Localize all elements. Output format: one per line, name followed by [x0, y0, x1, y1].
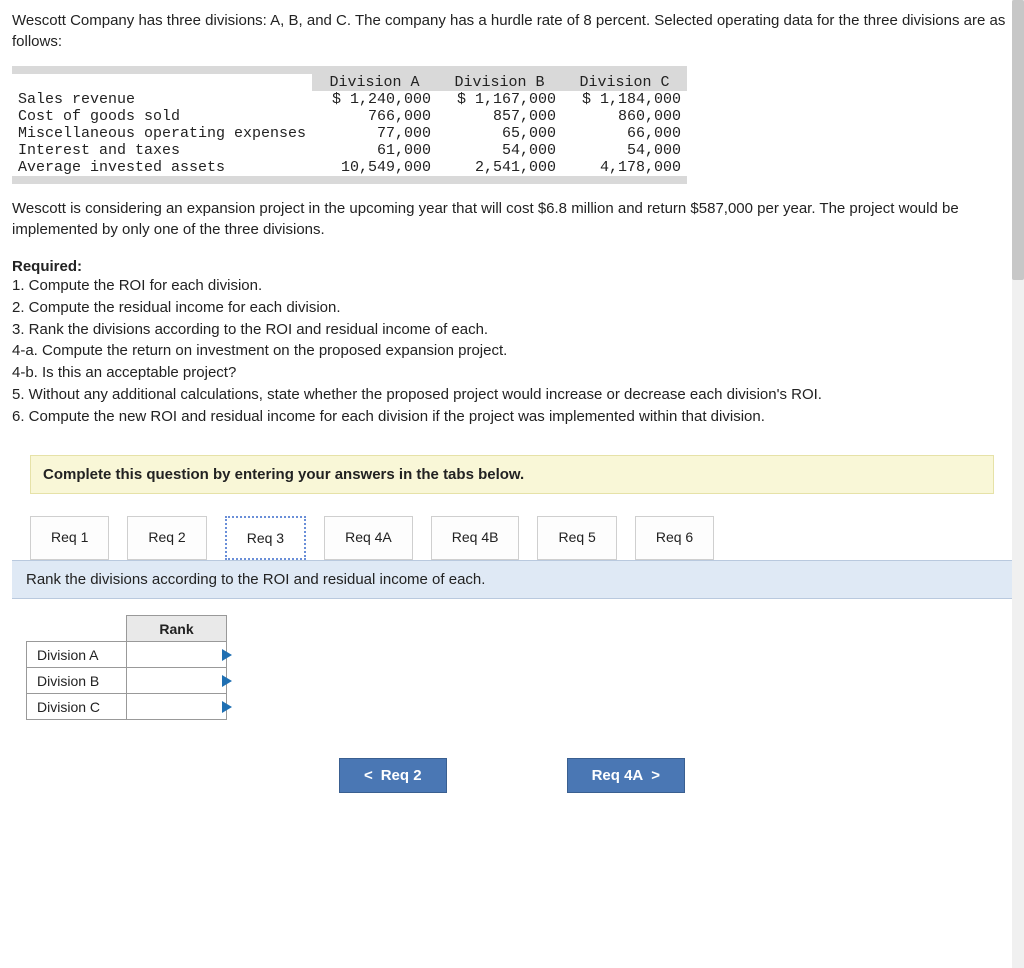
rank-row-label: Division A	[27, 642, 127, 668]
prev-button[interactable]: < Req 2	[339, 758, 447, 793]
tab-req-5[interactable]: Req 5	[537, 516, 616, 560]
scrollbar-thumb[interactable]	[1012, 0, 1024, 280]
rank-select-division-c[interactable]	[127, 694, 227, 720]
row-label: Sales revenue	[12, 91, 312, 108]
chevron-left-icon: <	[364, 767, 373, 784]
row-label: Cost of goods sold	[12, 108, 312, 125]
nav-buttons: < Req 2 Req 4A >	[12, 758, 1012, 793]
required-item: 6. Compute the new ROI and residual inco…	[12, 406, 1012, 428]
required-item: 3. Rank the divisions according to the R…	[12, 319, 1012, 341]
cell: $ 1,167,000	[437, 91, 562, 108]
col-header-c: Division C	[562, 74, 687, 91]
required-item: 2. Compute the residual income for each …	[12, 297, 1012, 319]
dropdown-arrow-icon	[222, 701, 232, 713]
tab-req-6[interactable]: Req 6	[635, 516, 714, 560]
required-header: Required:	[12, 258, 1012, 275]
next-button[interactable]: Req 4A >	[567, 758, 685, 793]
dropdown-arrow-icon	[222, 649, 232, 661]
expansion-paragraph: Wescott is considering an expansion proj…	[12, 198, 1012, 240]
cell: 857,000	[437, 108, 562, 125]
problem-intro: Wescott Company has three divisions: A, …	[12, 10, 1012, 52]
cell: $ 1,240,000	[312, 91, 437, 108]
operating-data-table: Division A Division B Division C Sales r…	[12, 66, 1012, 184]
cell: 61,000	[312, 142, 437, 159]
cell: 66,000	[562, 125, 687, 142]
prev-button-label: Req 2	[381, 767, 422, 784]
next-button-label: Req 4A	[592, 767, 644, 784]
tab-bar: Req 1 Req 2 Req 3 Req 4A Req 4B Req 5 Re…	[30, 516, 994, 560]
cell: 54,000	[437, 142, 562, 159]
chevron-right-icon: >	[651, 767, 660, 784]
cell: 65,000	[437, 125, 562, 142]
required-item: 5. Without any additional calculations, …	[12, 384, 1012, 406]
complete-instruction: Complete this question by entering your …	[30, 455, 994, 494]
tab-req-2[interactable]: Req 2	[127, 516, 206, 560]
cell: 77,000	[312, 125, 437, 142]
rank-select-division-b[interactable]	[127, 668, 227, 694]
tab-req-3[interactable]: Req 3	[225, 516, 306, 560]
tab-req-1[interactable]: Req 1	[30, 516, 109, 560]
tab-req-4b[interactable]: Req 4B	[431, 516, 520, 560]
col-header-b: Division B	[437, 74, 562, 91]
required-block: Required: 1. Compute the ROI for each di…	[12, 258, 1012, 427]
rank-row-label: Division C	[27, 694, 127, 720]
rank-col-header: Rank	[127, 616, 227, 642]
col-header-a: Division A	[312, 74, 437, 91]
vertical-scrollbar[interactable]	[1012, 0, 1024, 968]
tab-req-4a[interactable]: Req 4A	[324, 516, 413, 560]
cell: 766,000	[312, 108, 437, 125]
rank-input-table: Rank Division A Division B Division C	[26, 615, 227, 720]
dropdown-arrow-icon	[222, 675, 232, 687]
cell: 4,178,000	[562, 159, 687, 176]
required-item: 4-b. Is this an acceptable project?	[12, 362, 1012, 384]
row-label: Average invested assets	[12, 159, 312, 176]
answer-zone: Rank Division A Division B Division C	[12, 599, 1012, 736]
required-item: 4-a. Compute the return on investment on…	[12, 340, 1012, 362]
row-label: Miscellaneous operating expenses	[12, 125, 312, 142]
active-tab-instruction: Rank the divisions according to the ROI …	[12, 560, 1012, 599]
cell: 2,541,000	[437, 159, 562, 176]
cell: 54,000	[562, 142, 687, 159]
cell: 10,549,000	[312, 159, 437, 176]
rank-row-label: Division B	[27, 668, 127, 694]
rank-select-division-a[interactable]	[127, 642, 227, 668]
row-label: Interest and taxes	[12, 142, 312, 159]
cell: 860,000	[562, 108, 687, 125]
required-item: 1. Compute the ROI for each division.	[12, 275, 1012, 297]
cell: $ 1,184,000	[562, 91, 687, 108]
